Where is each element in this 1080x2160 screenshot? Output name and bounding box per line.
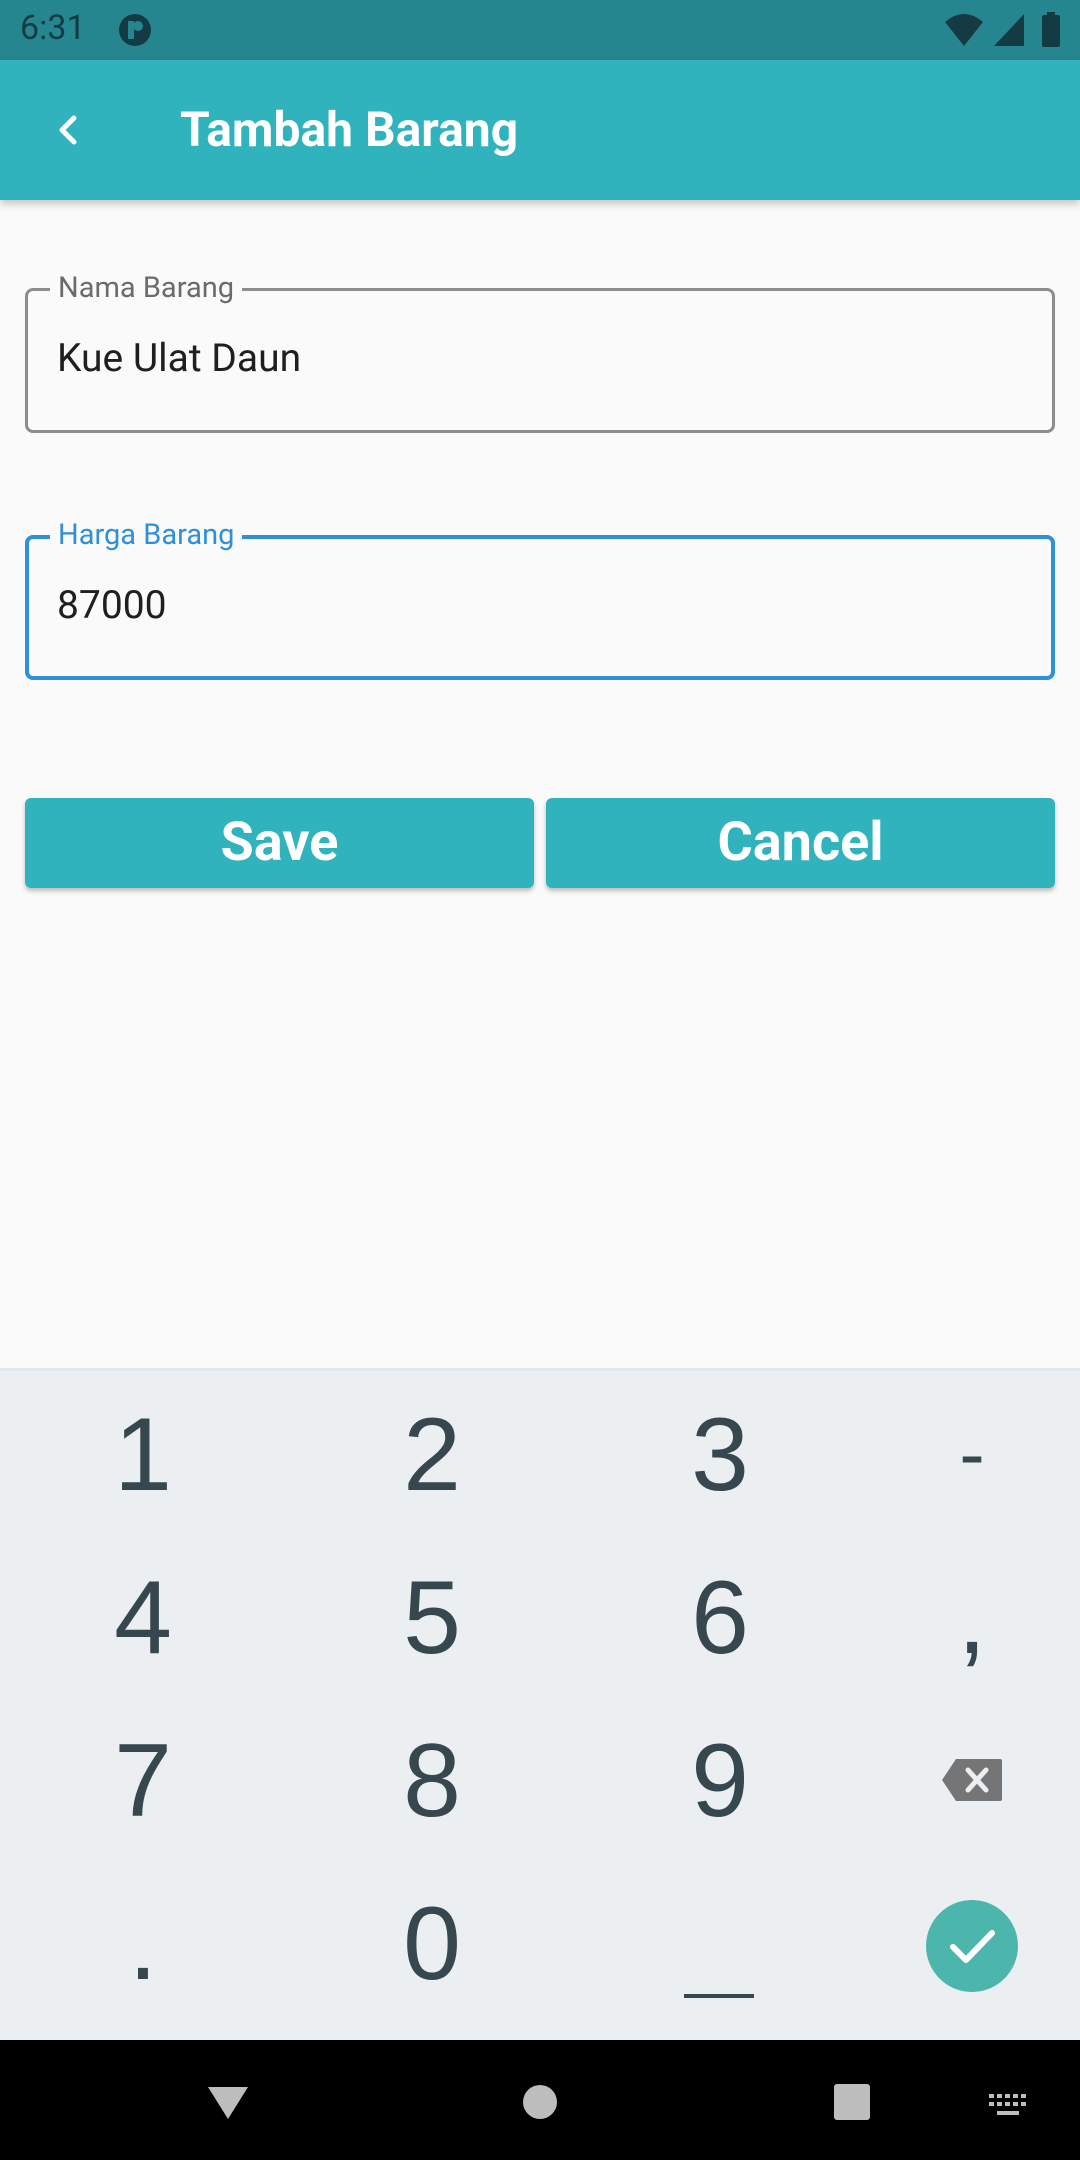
battery-icon [1042,12,1060,47]
app-bar: Tambah Barang [0,60,1080,200]
key-5[interactable]: 5 [322,1548,542,1688]
notification-app-icon [119,14,151,46]
key-2[interactable]: 2 [322,1385,542,1525]
nav-home-icon[interactable] [521,2083,559,2121]
status-icons [944,12,1062,48]
key-comma[interactable]: , [862,1548,1080,1688]
key-9[interactable]: 9 [610,1711,830,1851]
check-icon [950,1930,995,1963]
keyboard-icon[interactable] [988,2092,1028,2120]
nama-barang-label: Nama Barang [50,271,243,305]
save-button[interactable]: Save [25,798,534,888]
back-chevron-icon[interactable] [42,102,98,158]
key-7[interactable]: 7 [33,1711,253,1851]
key-1[interactable]: 1 [33,1385,253,1525]
harga-barang-field[interactable]: Harga Barang 87000 [25,518,1055,680]
page-title: Tambah Barang [180,101,519,158]
key-0[interactable]: 0 [322,1874,542,2014]
wifi-icon [945,14,984,46]
nav-recents-icon[interactable] [833,2083,871,2121]
backspace-icon[interactable] [940,1757,1004,1803]
key-period[interactable]: . [33,1874,253,2014]
key-8[interactable]: 8 [322,1711,542,1851]
key-4[interactable]: 4 [33,1548,253,1688]
key-6[interactable]: 6 [610,1548,830,1688]
status-bar: 6:31 [0,0,1080,60]
harga-barang-value[interactable]: 87000 [57,580,167,630]
nav-back-icon[interactable] [205,2084,251,2122]
nama-barang-value[interactable]: Kue Ulat Daun [57,333,301,383]
key-minus[interactable]: - [862,1385,1080,1525]
cancel-button[interactable]: Cancel [546,798,1055,888]
enter-key[interactable] [926,1900,1018,1992]
system-navigation-bar [0,2040,1080,2160]
cell-signal-icon [994,14,1025,46]
status-time: 6:31 [20,8,86,48]
key-space[interactable] [684,1994,754,1998]
harga-barang-label: Harga Barang [50,518,243,552]
key-3[interactable]: 3 [610,1385,830,1525]
nama-barang-field[interactable]: Nama Barang Kue Ulat Daun [25,271,1055,433]
